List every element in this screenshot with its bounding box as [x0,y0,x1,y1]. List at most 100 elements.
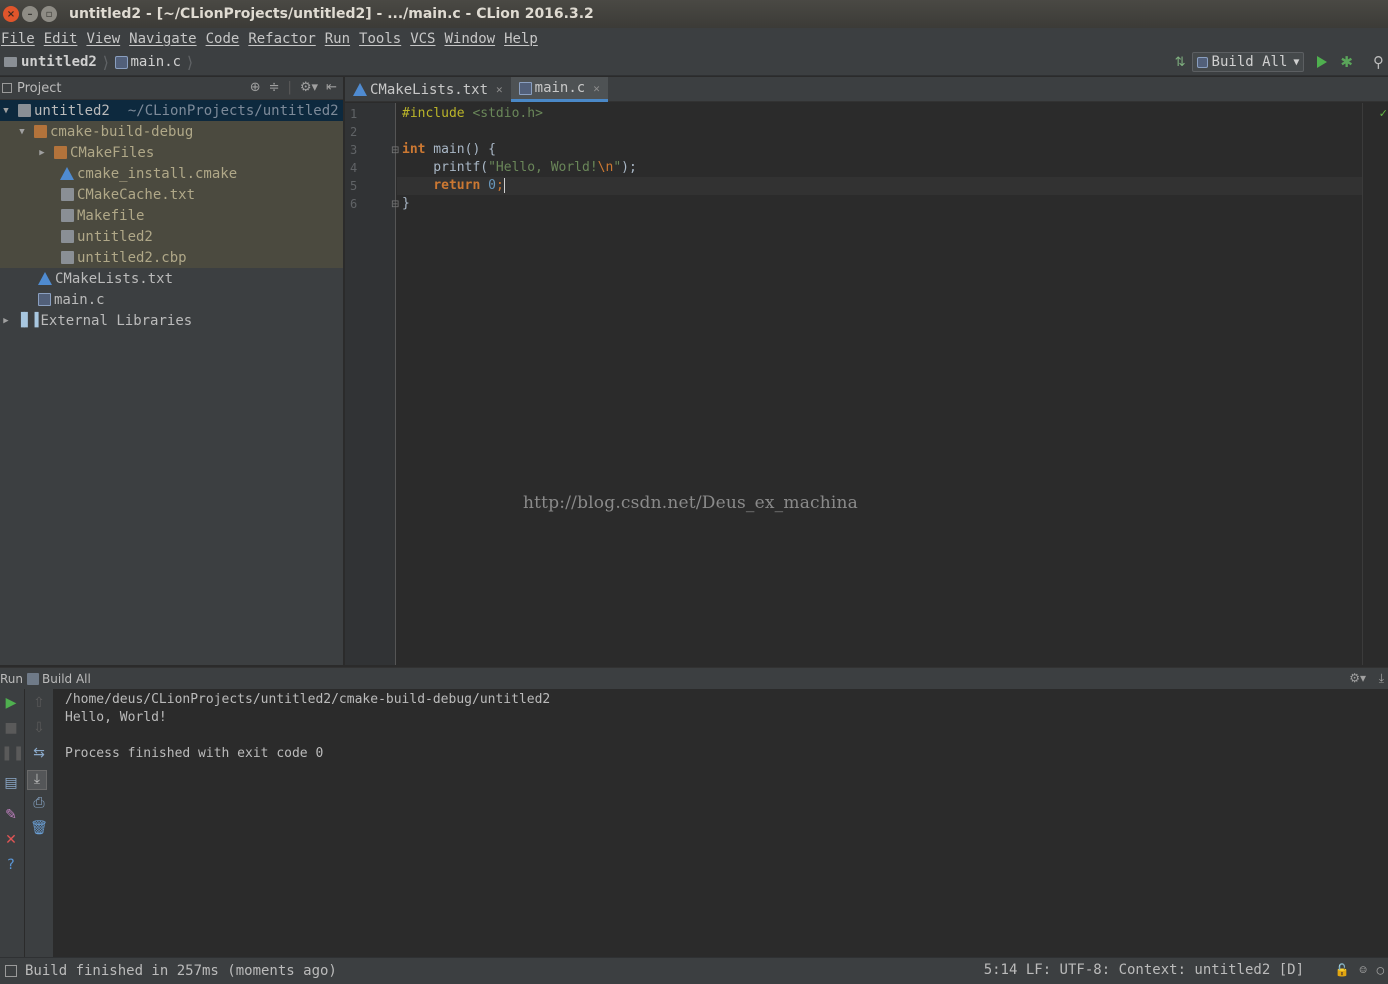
line-number: 4 [350,161,358,175]
project-panel-header: Project ⊕ ≑ | ⚙▾ ⇤ [0,77,343,100]
menu-run[interactable]: Run [325,31,354,47]
tree-item-cmakelists[interactable]: CMakeLists.txt [0,268,343,289]
hide-icon[interactable]: ⇤ [326,80,337,95]
pause-icon[interactable]: ❚❚ [1,745,24,761]
code-editor[interactable]: 1 2 3 4 5 6 ⊟ ⊟ #include <stdio.h> int m… [345,103,1388,665]
close-icon[interactable]: ✕ [496,83,503,96]
inspector-icon[interactable]: ☺ [1360,963,1367,977]
tree-item-cmakefiles[interactable]: ▶ CMakeFiles [0,142,343,163]
chevron-down-icon: ▼ [1293,56,1300,68]
maximize-window-button[interactable]: ▫ [41,6,57,22]
locate-icon[interactable]: ⊕ [250,80,261,95]
lock-icon[interactable]: 🔓 [1335,963,1350,977]
rerun-icon[interactable]: ▶ [1,695,21,711]
stop-icon[interactable]: ■ [1,720,21,736]
tree-item-label: Makefile [77,207,145,224]
run-panel-label[interactable]: Run [0,672,23,686]
tree-item-untitled2-binary[interactable]: untitled2 [0,226,343,247]
text-file-icon [61,209,74,222]
text-file-icon [61,251,74,264]
event-log-icon[interactable]: ◯ [1377,963,1384,977]
tab-cmakelists[interactable]: CMakeLists.txt ✕ [345,77,511,102]
breadcrumb-file[interactable]: main.c [131,54,182,70]
run-console-output[interactable]: /home/deus/CLionProjects/untitled2/cmake… [54,689,1388,957]
run-config-select[interactable]: Build All ▼ [1191,52,1305,72]
tree-item-cmake-build-debug[interactable]: ▼ cmake-build-debug [0,121,343,142]
project-panel: Project ⊕ ≑ | ⚙▾ ⇤ ▼ untitled2 ~/CLionPr… [0,77,344,665]
run-config-label: Build All [1211,54,1288,70]
tree-item-label: CMakeLists.txt [55,270,174,287]
fold-end-icon[interactable]: ⊟ [391,199,399,210]
trash-icon[interactable]: 🗑 [29,820,49,836]
analysis-ok-icon[interactable]: ✓ [1379,107,1388,120]
tree-item-path: ~/CLionProjects/untitled2 [127,102,339,119]
collapse-icon[interactable]: ≑ [269,80,280,95]
soft-wrap-icon[interactable]: ⇆ [29,745,49,761]
minimize-window-button[interactable]: – [22,6,38,22]
navigation-bar: untitled2 ⟩ main.c ⟩ ⇅ Build All ▼ ✱ ⚲ [0,49,1388,76]
fold-icon[interactable]: ⊟ [391,145,399,156]
code-line-1: #include <stdio.h> [402,106,543,121]
text-file-icon [61,188,74,201]
tab-main-c[interactable]: main.c ✕ [510,77,608,102]
tree-item-cmake-install[interactable]: cmake_install.cmake [0,163,343,184]
debug-icon[interactable]: ✱ [1340,53,1353,71]
arrow-down-icon[interactable]: ⇩ [29,720,49,736]
tree-item-label: main.c [54,291,105,308]
collapse-arrow-icon[interactable]: ▶ [0,316,12,326]
close-icon[interactable]: ✕ [1,832,21,848]
pin-icon[interactable]: ✎ [1,807,21,823]
menu-file[interactable]: File [1,31,39,47]
status-message[interactable]: Build finished in 257ms (moments ago) [25,963,337,979]
tree-item-main-c[interactable]: main.c [0,289,343,310]
run-config-tab[interactable]: Build All [42,672,91,686]
scroll-to-end-icon[interactable]: ⤓ [27,770,47,790]
menu-vcs[interactable]: VCS [410,31,439,47]
status-info[interactable]: 5:14 LF: UTF-8: Context: untitled2 [D] [984,962,1304,978]
tree-item-label: untitled2 [77,228,153,245]
menu-refactor[interactable]: Refactor [248,31,319,47]
help-icon[interactable]: ? [1,857,21,873]
expand-arrow-icon[interactable]: ▼ [16,127,28,137]
tool-windows-icon[interactable] [5,965,17,977]
menu-tools[interactable]: Tools [359,31,405,47]
tree-item-makefile[interactable]: Makefile [0,205,343,226]
right-margin-line [1362,103,1363,665]
build-icon[interactable]: ⇅ [1175,55,1186,70]
collapse-arrow-icon[interactable]: ▶ [36,148,48,158]
gear-icon[interactable]: ⚙▾ [300,80,318,95]
line-number: 3 [350,143,358,157]
menu-edit[interactable]: Edit [44,31,82,47]
search-icon[interactable]: ⚲ [1373,53,1384,71]
build-config-icon [27,672,40,685]
config-icon [1196,56,1208,68]
hide-panel-icon[interactable]: ⤓ [1379,671,1384,686]
code-line-3: int main() { [402,142,496,157]
close-window-button[interactable]: × [3,6,19,22]
tree-item-label: cmake-build-debug [50,123,194,140]
run-icon[interactable] [1317,56,1328,68]
tab-label: CMakeLists.txt [370,81,489,98]
breadcrumb: untitled2 ⟩ main.c ⟩ [0,53,199,72]
tree-item-cmakecache[interactable]: CMakeCache.txt [0,184,343,205]
menu-help[interactable]: Help [504,31,542,47]
dump-threads-icon[interactable]: ▤ [1,775,21,791]
arrow-up-icon[interactable]: ⇧ [29,695,49,711]
tree-item-untitled2[interactable]: ▼ untitled2 ~/CLionProjects/untitled2 [0,100,343,121]
menu-view[interactable]: View [86,31,124,47]
tree-item-external-libraries[interactable]: ▶ ▐▌▐ External Libraries [0,310,343,331]
tree-item-untitled2-cbp[interactable]: untitled2.cbp [0,247,343,268]
status-bar: Build finished in 257ms (moments ago) 5:… [0,957,1388,984]
folder-icon [54,146,67,159]
gear-icon[interactable]: ⚙▾ [1349,671,1366,685]
tree-item-label: External Libraries [40,312,193,329]
expand-arrow-icon[interactable]: ▼ [0,106,12,116]
breadcrumb-project[interactable]: untitled2 [21,54,97,70]
menu-navigate[interactable]: Navigate [129,31,200,47]
print-icon[interactable]: ⎙ [29,795,49,811]
close-icon[interactable]: ✕ [593,82,600,95]
breadcrumb-separator: ⟩ [185,52,195,72]
menu-window[interactable]: Window [445,31,500,47]
project-panel-title[interactable]: Project [17,81,61,96]
menu-code[interactable]: Code [206,31,244,47]
